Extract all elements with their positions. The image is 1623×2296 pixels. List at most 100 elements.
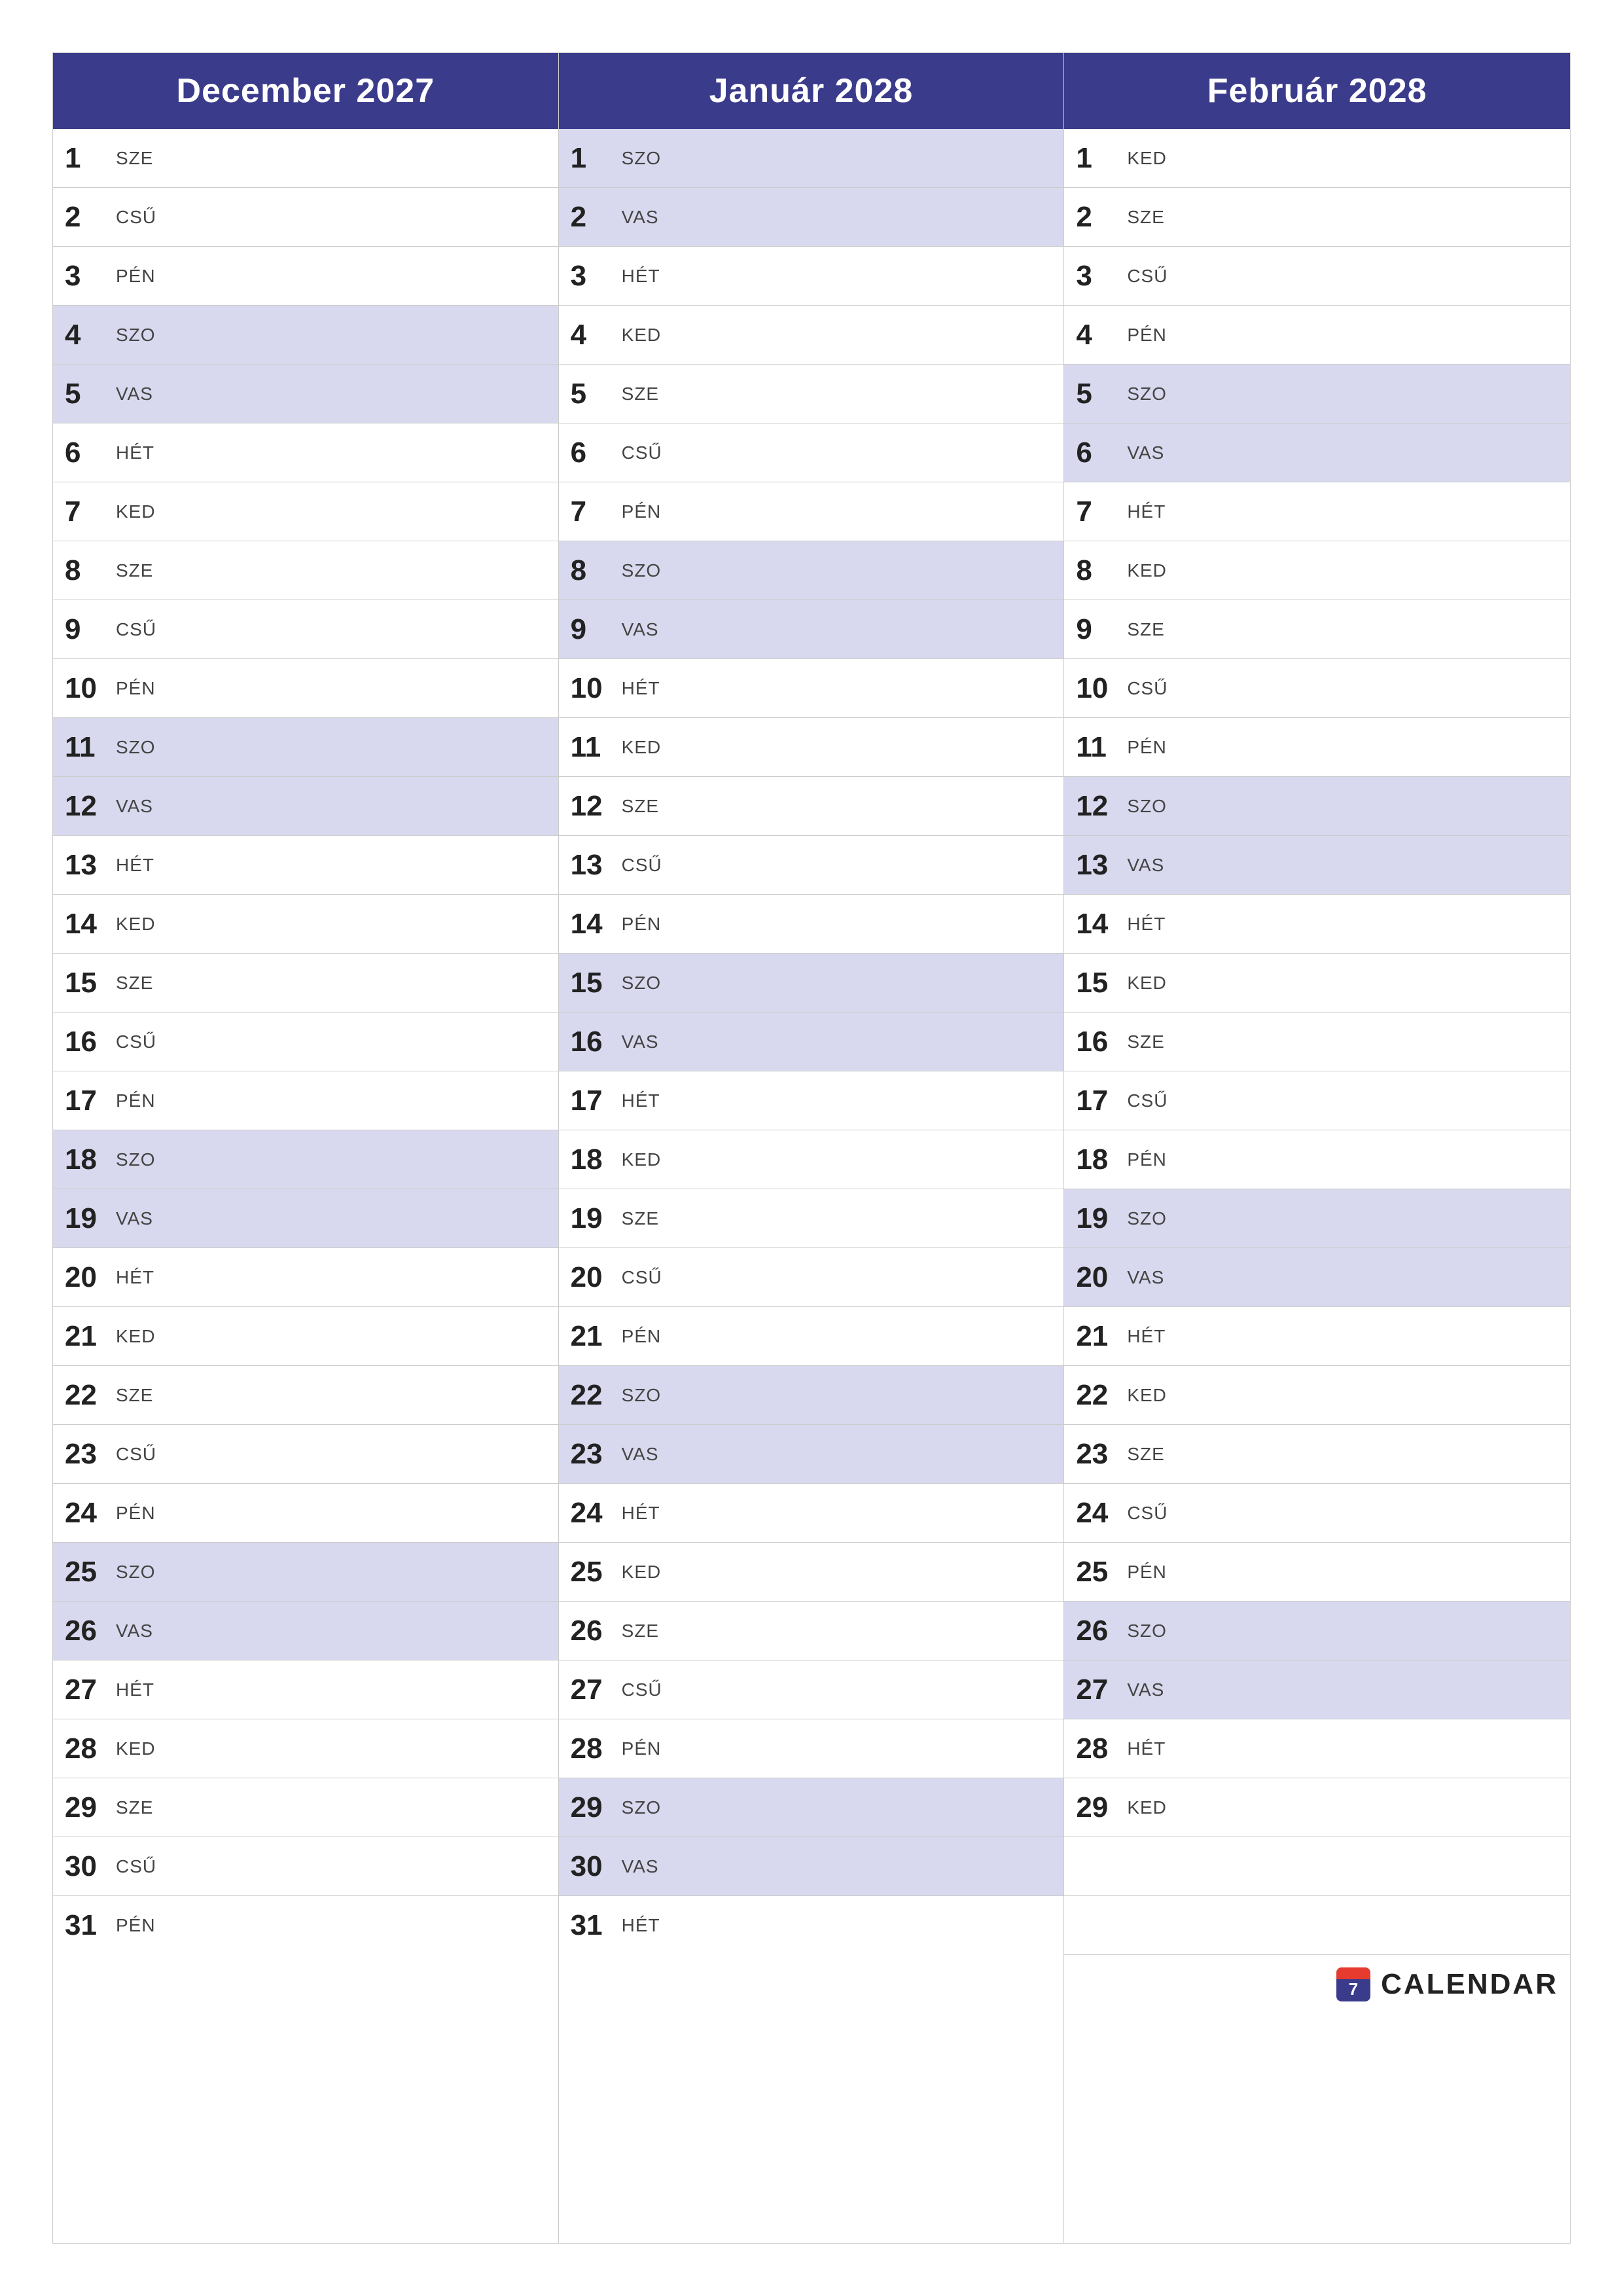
day-number: 15 (1076, 969, 1122, 997)
day-name: VAS (1127, 1267, 1164, 1288)
day-number: 17 (65, 1086, 111, 1115)
day-name: CSŰ (116, 1031, 156, 1052)
svg-text:7: 7 (1349, 1979, 1358, 1999)
day-row: 30VAS (559, 1837, 1064, 1896)
day-number: 28 (571, 1734, 616, 1763)
day-name: KED (622, 737, 662, 758)
day-row: 9VAS (559, 600, 1064, 659)
day-name: SZE (622, 796, 659, 817)
day-name: CSŰ (116, 1856, 156, 1877)
day-row: 2SZE (1064, 188, 1570, 247)
day-name: HÉT (1127, 1326, 1166, 1347)
day-name: SZE (116, 560, 153, 581)
day-number: 24 (1076, 1499, 1122, 1528)
day-row: 10HÉT (559, 659, 1064, 718)
day-name: PÉN (1127, 1149, 1167, 1170)
day-number: 8 (571, 556, 616, 585)
day-name: PÉN (622, 1738, 662, 1759)
day-name: PÉN (116, 678, 156, 699)
day-number: 26 (1076, 1617, 1122, 1645)
day-number: 5 (65, 380, 111, 408)
day-name: VAS (1127, 442, 1164, 463)
day-row: 29SZE (53, 1778, 558, 1837)
day-row: 27CSŰ (559, 1660, 1064, 1719)
day-name: SZO (116, 1562, 156, 1583)
day-row: 13 CSŰ (559, 836, 1064, 895)
day-name: SZO (622, 560, 662, 581)
day-number: 19 (571, 1204, 616, 1233)
day-name: KED (1127, 973, 1167, 994)
day-name: HÉT (622, 1503, 660, 1524)
day-row: 24PÉN (53, 1484, 558, 1543)
day-number: 6 (1076, 439, 1122, 467)
day-number: 15 (65, 969, 111, 997)
day-number: 17 (1076, 1086, 1122, 1115)
day-name: SZO (1127, 384, 1167, 404)
day-number: 29 (65, 1793, 111, 1822)
day-row: 26SZE (559, 1602, 1064, 1660)
day-row: 15SZO (559, 954, 1064, 1013)
day-name: CSŰ (622, 855, 662, 876)
day-name: CSŰ (622, 1267, 662, 1288)
day-number: 14 (571, 910, 616, 939)
day-name: PÉN (116, 266, 156, 287)
day-number: 21 (1076, 1322, 1122, 1351)
day-row: 17HÉT (559, 1071, 1064, 1130)
calendar-grid: December 20271SZE2CSŰ3PÉN4SZO5VAS6HÉT7KE… (52, 52, 1571, 2244)
day-number: 8 (1076, 556, 1122, 585)
day-name: KED (1127, 560, 1167, 581)
day-row: 15SZE (53, 954, 558, 1013)
day-name: SZO (116, 325, 156, 346)
day-number: 16 (65, 1028, 111, 1056)
day-name: SZE (116, 148, 153, 169)
day-number: 2 (65, 203, 111, 232)
day-row: 6HÉT (53, 423, 558, 482)
day-row: 18KED (559, 1130, 1064, 1189)
day-row: 28HÉT (1064, 1719, 1570, 1778)
day-name: SZO (622, 1797, 662, 1818)
day-row: 17CSŰ (1064, 1071, 1570, 1130)
day-number: 25 (65, 1558, 111, 1587)
day-name: SZE (622, 1621, 659, 1641)
day-number: 2 (1076, 203, 1122, 232)
day-number: 21 (65, 1322, 111, 1351)
day-row: 19SZE (559, 1189, 1064, 1248)
day-row: 24CSŰ (1064, 1484, 1570, 1543)
day-name: PÉN (622, 1326, 662, 1347)
month-column-december-2027: December 20271SZE2CSŰ3PÉN4SZO5VAS6HÉT7KE… (53, 53, 559, 2243)
day-row: 16SZE (1064, 1013, 1570, 1071)
day-number: 6 (571, 439, 616, 467)
logo-text: CALENDAR (1381, 1968, 1558, 2001)
day-number: 5 (571, 380, 616, 408)
day-row: 19VAS (53, 1189, 558, 1248)
day-row: 11KED (559, 718, 1064, 777)
day-name: HÉT (116, 1679, 154, 1700)
day-number: 23 (571, 1440, 616, 1469)
day-name: HÉT (1127, 501, 1166, 522)
day-name: VAS (622, 1444, 659, 1465)
day-name: SZO (622, 973, 662, 994)
day-row: 5VAS (53, 365, 558, 423)
day-name: SZE (116, 1797, 153, 1818)
day-name: KED (116, 1326, 156, 1347)
day-row: 25SZO (53, 1543, 558, 1602)
day-row: 1KED (1064, 129, 1570, 188)
day-name: SZO (116, 737, 156, 758)
day-row: 4SZO (53, 306, 558, 365)
month-column-januar-2028: Január 20281SZO2VAS3HÉT4KED5SZE6CSŰ7PÉN8… (559, 53, 1065, 2243)
month-header-december-2027: December 2027 (53, 53, 558, 129)
day-row: 9CSŰ (53, 600, 558, 659)
day-name: SZE (1127, 619, 1164, 640)
day-name: KED (622, 1149, 662, 1170)
day-row: 24HÉT (559, 1484, 1064, 1543)
day-number: 13 (571, 851, 616, 880)
day-number: 4 (571, 321, 616, 350)
day-name: SZE (1127, 207, 1164, 228)
day-row: 29KED (1064, 1778, 1570, 1837)
day-name: SZO (1127, 796, 1167, 817)
day-number: 31 (571, 1911, 616, 1940)
day-number: 8 (65, 556, 111, 585)
day-name: PÉN (1127, 325, 1167, 346)
day-number: 3 (65, 262, 111, 291)
day-number: 14 (1076, 910, 1122, 939)
